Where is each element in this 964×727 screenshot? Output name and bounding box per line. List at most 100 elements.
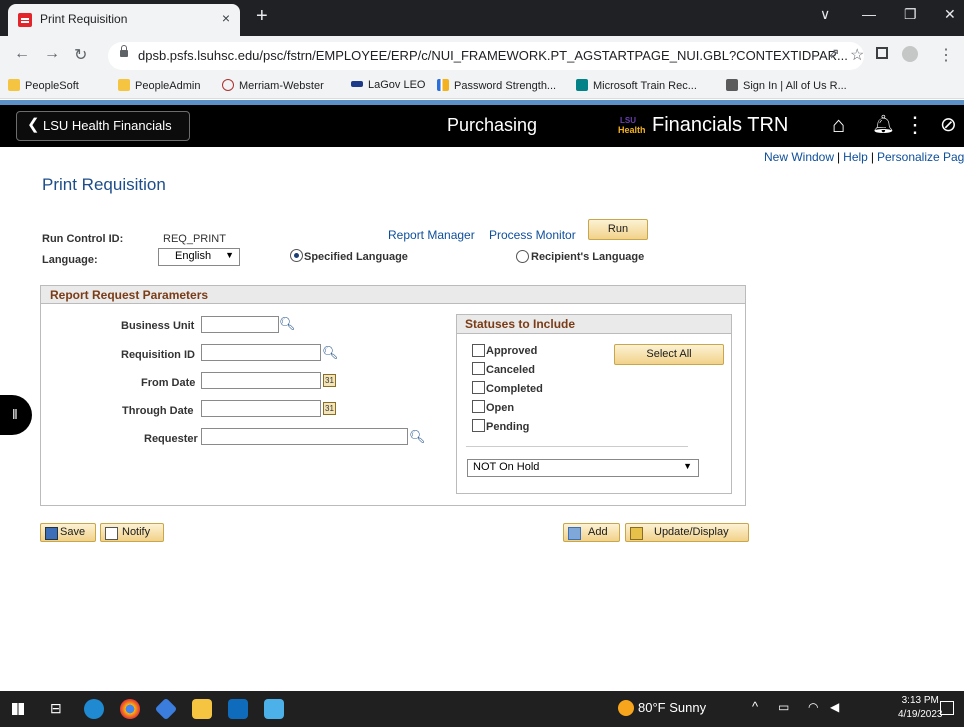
notify-button[interactable]: Notify [100,523,164,542]
close-window-button[interactable]: ✕ [944,6,956,23]
lsu-health-logo: LSU Health [618,116,646,135]
through-date-calendar-icon[interactable]: 31 [323,402,336,415]
report-manager-link[interactable]: Report Manager [388,228,475,242]
open-label: Open [486,402,515,414]
run-button[interactable]: Run [588,219,648,240]
through-date-label: Through Date [122,405,194,417]
app-title: Financials TRN [652,114,789,136]
task-view-icon[interactable]: ⊟ [50,700,62,717]
requisition-id-label: Requisition ID [121,349,195,361]
address-bar[interactable]: dpsb.psfs.lsuhsc.edu/psc/fstrn/EMPLOYEE/… [108,42,864,70]
canceled-checkbox[interactable] [472,362,485,375]
language-select[interactable]: English ▼ [158,248,240,266]
reload-icon[interactable]: ↻ [74,45,87,65]
tab-search-button[interactable]: ∨ [820,6,830,23]
side-panel-tab[interactable]: ‖ [0,395,32,435]
folder-icon [8,79,20,91]
side-panel-icon[interactable] [876,47,888,59]
tray-chevron-icon[interactable]: ^ [752,699,758,714]
battery-icon[interactable]: ▭ [778,700,789,714]
specified-language-radio[interactable] [290,249,303,262]
new-tab-button[interactable]: + [256,6,268,26]
share-icon[interactable]: ⇗ [828,45,840,62]
statuses-header: Statuses to Include [457,315,731,334]
peoplesoft-favicon-icon [18,13,32,27]
recipients-language-radio[interactable] [516,250,529,263]
weather-widget[interactable]: 80°F Sunny [638,700,706,715]
bookmark-star-icon[interactable]: ☆ [850,45,864,65]
taskbar-clock[interactable]: 3:13 PM 4/19/2023 [898,694,943,722]
business-unit-lookup-icon[interactable]: 🔍︎ [279,316,296,331]
requester-lookup-icon[interactable]: 🔍︎ [409,429,426,444]
back-to-home-button[interactable]: ❮ LSU Health Financials [16,111,190,141]
requester-input[interactable] [201,428,408,445]
bookmark-all-of-us[interactable]: Sign In | All of Us R... [726,79,847,92]
select-all-button[interactable]: Select All [614,344,724,365]
new-window-link[interactable]: New Window [764,150,834,164]
save-button[interactable]: Save [40,523,96,542]
requester-label: Requester [144,433,198,445]
folder-icon [118,79,130,91]
bookmark-password-strength[interactable]: Password Strength... [437,79,556,92]
browser-menu-icon[interactable]: ⋮ [938,45,954,65]
navbar-compass-icon[interactable]: ⊘ [940,112,957,137]
add-button[interactable]: Add [563,523,620,542]
update-display-icon [630,527,643,540]
bookmark-merriam-webster[interactable]: Merriam-Webster [222,79,324,92]
update-display-button[interactable]: Update/Display [625,523,749,542]
windows-start-icon[interactable] [12,703,24,715]
chrome-icon[interactable] [120,699,140,719]
page-links: New Window | Help | Personalize Page [764,150,964,164]
bookmark-lagov-leo[interactable]: LaGov LEO [351,79,425,91]
pending-label: Pending [486,421,530,433]
business-unit-input[interactable] [201,316,279,333]
pending-checkbox[interactable] [472,419,485,432]
page-group-title: Purchasing [447,115,538,135]
profile-avatar[interactable] [902,46,918,62]
personalize-page-link[interactable]: Personalize Page [877,150,964,164]
actions-menu-icon[interactable]: ⋮ [904,112,926,138]
bookmark-microsoft-train[interactable]: Microsoft Train Rec... [576,79,697,92]
volume-icon[interactable]: ◀ [830,700,839,714]
help-link[interactable]: Help [843,150,868,164]
page-title: Print Requisition [42,175,166,194]
bell-icon[interactable]: 🔔︎ [872,114,895,135]
browser-tab[interactable]: Print Requisition × [8,4,240,36]
lock-icon [120,45,128,57]
restore-button[interactable]: ❐ [904,6,917,23]
tab-close-icon[interactable]: × [222,10,230,26]
open-checkbox[interactable] [472,400,485,413]
lagov-icon [351,81,363,87]
from-date-calendar-icon[interactable]: 31 [323,374,336,387]
completed-checkbox[interactable] [472,381,485,394]
wifi-icon[interactable]: ◠ [808,700,818,714]
from-date-input[interactable] [201,372,321,389]
forward-arrow-icon[interactable]: → [44,45,60,63]
requisition-id-input[interactable] [201,344,321,361]
notifications-icon[interactable] [940,701,954,715]
chevron-down-icon: ▼ [683,461,692,471]
run-control-value: REQ_PRINT [163,233,226,245]
file-explorer-icon[interactable] [192,699,212,719]
outlook-icon[interactable] [228,699,248,719]
bookmark-peoplesoft[interactable]: PeopleSoft [8,79,79,92]
minimize-button[interactable]: — [862,6,876,22]
mw-icon [222,79,234,91]
specified-language-label: Specified Language [304,251,408,263]
chevron-left-icon: ❮ [27,116,40,133]
through-date-input[interactable] [201,400,321,417]
sharepoint-icon [576,79,588,91]
approved-checkbox[interactable] [472,344,485,357]
back-arrow-icon[interactable]: ← [14,45,30,63]
teams-icon[interactable] [264,699,284,719]
divider [466,446,688,447]
edge-icon[interactable] [84,699,104,719]
process-monitor-link[interactable]: Process Monitor [489,228,576,242]
completed-label: Completed [486,383,543,395]
section-header: Report Request Parameters [41,286,745,304]
home-icon[interactable]: ⌂ [832,112,845,138]
tab-title: Print Requisition [40,12,128,26]
requisition-id-lookup-icon[interactable]: 🔍︎ [322,345,339,360]
bookmark-peopleadmin[interactable]: PeopleAdmin [118,79,200,92]
hold-status-select[interactable]: NOT On Hold ▼ [467,459,699,477]
